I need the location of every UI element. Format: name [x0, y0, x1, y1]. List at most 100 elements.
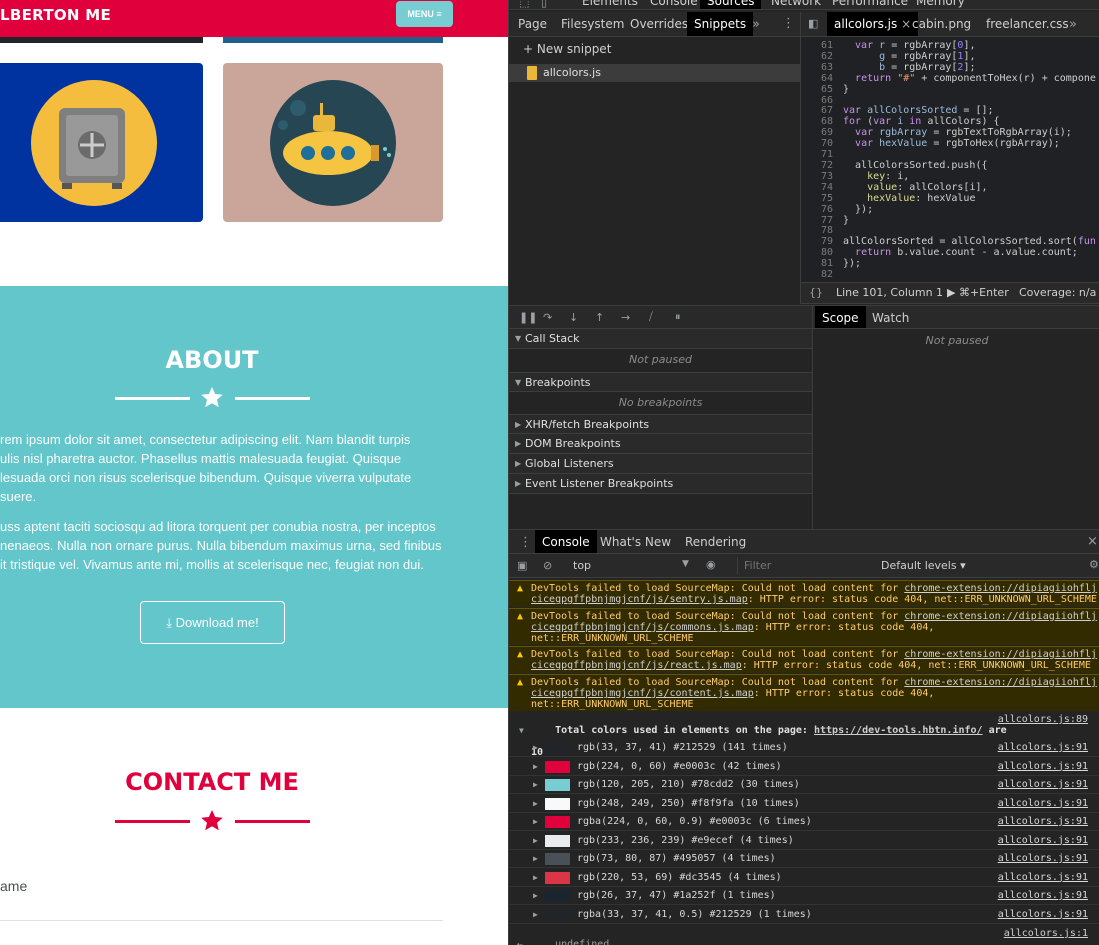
brand-logo[interactable]: LBERTON ME: [0, 6, 111, 24]
expand-icon[interactable]: ▶: [533, 850, 538, 868]
play-icon: ▶: [947, 286, 956, 299]
pause-icon[interactable]: ❚❚: [519, 311, 537, 324]
pretty-print-icon[interactable]: {}: [809, 283, 823, 303]
pause-on-exceptions-icon[interactable]: ⏸: [675, 310, 681, 324]
expand-icon[interactable]: ▶: [533, 887, 538, 905]
console-warning[interactable]: ▲ DevTools failed to load SourceMap: Coul…: [509, 580, 1099, 607]
console-warning[interactable]: ▲ DevTools failed to load SourceMap: Coul…: [509, 674, 1099, 711]
drawer-menu-icon[interactable]: ⋮: [519, 535, 532, 550]
event-listener-breakpoints-header[interactable]: ▶ Event Listener Breakpoints: [509, 474, 812, 494]
sidebar-toggle-icon[interactable]: ▣: [517, 559, 527, 572]
more-tabs-icon[interactable]: »: [752, 17, 760, 32]
line-numbers: 61 62 63 64 65 66 67 68 69 70 71 72 73 74 75 76 77 78 79 80…: [820, 40, 833, 281]
tab-rendering[interactable]: Rendering: [678, 530, 753, 553]
main-tabbar: ⬚ ▯ Elements Console Sources Network Per…: [509, 0, 1099, 10]
tab-filesystem[interactable]: Filesystem: [554, 12, 631, 36]
filter-input[interactable]: [737, 557, 867, 574]
color-entry[interactable]: ▶ rgb(220, 53, 69) #dc3545 (4 times) allco…: [509, 869, 1099, 887]
breakpoints-header[interactable]: ▼ Breakpoints: [509, 372, 812, 392]
breakpoints-empty: No breakpoints: [618, 396, 703, 409]
name-field-label: ame: [0, 878, 28, 894]
device-icon[interactable]: ▯: [541, 0, 547, 9]
tab-sources[interactable]: Sources: [700, 0, 762, 9]
global-listeners-header[interactable]: ▶ Global Listeners: [509, 454, 812, 474]
color-entry[interactable]: ▶ rgb(26, 37, 47) #1a252f (1 times) allcol…: [509, 887, 1099, 905]
expand-icon: ▼: [519, 726, 524, 735]
tab-overrides[interactable]: Overrides: [623, 12, 695, 36]
log-levels-select[interactable]: Default levels ▾: [881, 559, 966, 572]
download-icon: ⤓: [166, 615, 172, 630]
tab-console-main[interactable]: Console: [643, 0, 705, 9]
close-drawer-icon[interactable]: ×: [1087, 534, 1098, 549]
color-entry[interactable]: ▶ rgba(33, 37, 41, 0.5) #212529 (1 times)…: [509, 906, 1099, 924]
color-swatch: [545, 853, 570, 865]
star-icon: [201, 810, 223, 831]
editor-tab-cabin[interactable]: cabin.png: [905, 12, 978, 36]
expand-icon[interactable]: ▶: [533, 758, 538, 776]
expand-icon[interactable]: ▶: [533, 906, 538, 924]
submarine-icon: [270, 80, 396, 206]
console-warning[interactable]: ▲ DevTools failed to load SourceMap: Coul…: [509, 646, 1099, 673]
new-snippet-button[interactable]: + New snippet: [523, 42, 611, 56]
tab-performance[interactable]: Performance: [825, 0, 915, 9]
result-arrow-icon: ⇠: [517, 939, 524, 945]
code-editor[interactable]: 61 62 63 64 65 66 67 68 69 70 71 72 73 74 75 76 77 78 79 80…: [800, 37, 1099, 282]
inspect-icon[interactable]: ⬚: [519, 0, 529, 9]
tab-whats-new[interactable]: What's New: [593, 530, 678, 553]
color-entry[interactable]: ▶ rgba(224, 0, 60, 0.9) #e0003c (6 times)…: [509, 813, 1099, 831]
color-swatch: [545, 834, 570, 847]
scope-pane: Not paused: [812, 329, 1099, 529]
expand-icon[interactable]: ▶: [533, 795, 538, 813]
tab-scope[interactable]: Scope: [815, 306, 866, 328]
about-paragraph-2: uss aptent taciti sociosqu ad litora tor…: [0, 519, 442, 572]
dom-breakpoints-header[interactable]: ▶ DOM Breakpoints: [509, 434, 812, 454]
color-entry[interactable]: ▶ rgb(224, 0, 60) #e0003c (42 times) allco…: [509, 758, 1099, 776]
console-log-total[interactable]: ▼ Total colors used in elements on the pa…: [509, 712, 1099, 758]
color-entry[interactable]: ▶ rgb(120, 205, 210) #78cdd2 (30 times) al…: [509, 776, 1099, 794]
tab-network[interactable]: Network: [764, 0, 828, 9]
console-warning[interactable]: ▲ DevTools failed to load SourceMap: Coul…: [509, 608, 1099, 645]
step-over-icon[interactable]: ↷: [543, 311, 552, 324]
eye-icon[interactable]: ◉: [706, 558, 716, 571]
tab-memory[interactable]: Memory: [909, 0, 972, 9]
contact-title: CONTACT ME: [125, 768, 299, 796]
expand-icon[interactable]: ▶: [533, 869, 538, 887]
more-tabs-icon[interactable]: »: [1069, 17, 1077, 32]
step-into-icon[interactable]: ↓: [569, 311, 578, 324]
chevron-down-icon[interactable]: ▼: [682, 559, 689, 569]
expand-icon[interactable]: ▶: [533, 776, 538, 794]
tab-console[interactable]: Console: [535, 530, 597, 553]
tab-elements[interactable]: Elements: [575, 0, 645, 9]
menu-button[interactable]: MENU ≡: [396, 1, 453, 27]
color-swatch: [545, 816, 570, 828]
tab-watch[interactable]: Watch: [865, 306, 916, 328]
step-out-icon[interactable]: ↑: [595, 311, 604, 324]
tab-snippets[interactable]: Snippets: [687, 12, 754, 36]
download-button[interactable]: ⤓ Download me!: [140, 601, 285, 644]
kebab-menu-icon[interactable]: ⋮: [782, 16, 795, 31]
portfolio-card-submarine[interactable]: [223, 63, 443, 222]
xhr-breakpoints-header[interactable]: ▶ XHR/fetch Breakpoints: [509, 414, 812, 434]
context-select[interactable]: top: [573, 559, 591, 572]
run-snippet-button[interactable]: ▶ ⌘+Enter: [947, 283, 1009, 303]
expand-icon[interactable]: ▶: [533, 832, 538, 850]
clear-console-icon[interactable]: ⊘: [543, 559, 552, 572]
editor-tab-freelancer[interactable]: freelancer.css: [979, 12, 1076, 36]
snippet-item[interactable]: allcolors.js: [509, 64, 800, 82]
step-icon[interactable]: →: [621, 311, 630, 324]
color-entry[interactable]: ▶ rgb(33, 37, 41) #212529 (141 times) allc…: [509, 739, 1099, 757]
call-stack-header[interactable]: ▼ Call Stack: [509, 329, 812, 349]
expand-icon[interactable]: ▶: [533, 813, 538, 831]
settings-icon[interactable]: ⚙: [1089, 558, 1099, 571]
tab-page[interactable]: Page: [511, 12, 554, 36]
expand-icon[interactable]: ▶: [533, 739, 538, 757]
deactivate-breakpoints-icon[interactable]: ⧸: [649, 310, 653, 324]
color-entry[interactable]: ▶ rgb(248, 249, 250) #f8f9fa (10 times) al…: [509, 795, 1099, 813]
debugger-toolbar: ❚❚ ↷ ↓ ↑ → ⧸ ⏸: [509, 305, 812, 329]
toggle-navigator-icon[interactable]: ◧: [808, 17, 818, 30]
portfolio-card-safe[interactable]: [0, 63, 203, 222]
color-swatch: [545, 908, 570, 921]
color-entry[interactable]: ▶ rgb(233, 236, 239) #e9ecef (4 times) all…: [509, 832, 1099, 850]
name-field[interactable]: [0, 920, 443, 921]
color-entry[interactable]: ▶ rgb(73, 80, 87) #495057 (4 times) allcol…: [509, 850, 1099, 868]
